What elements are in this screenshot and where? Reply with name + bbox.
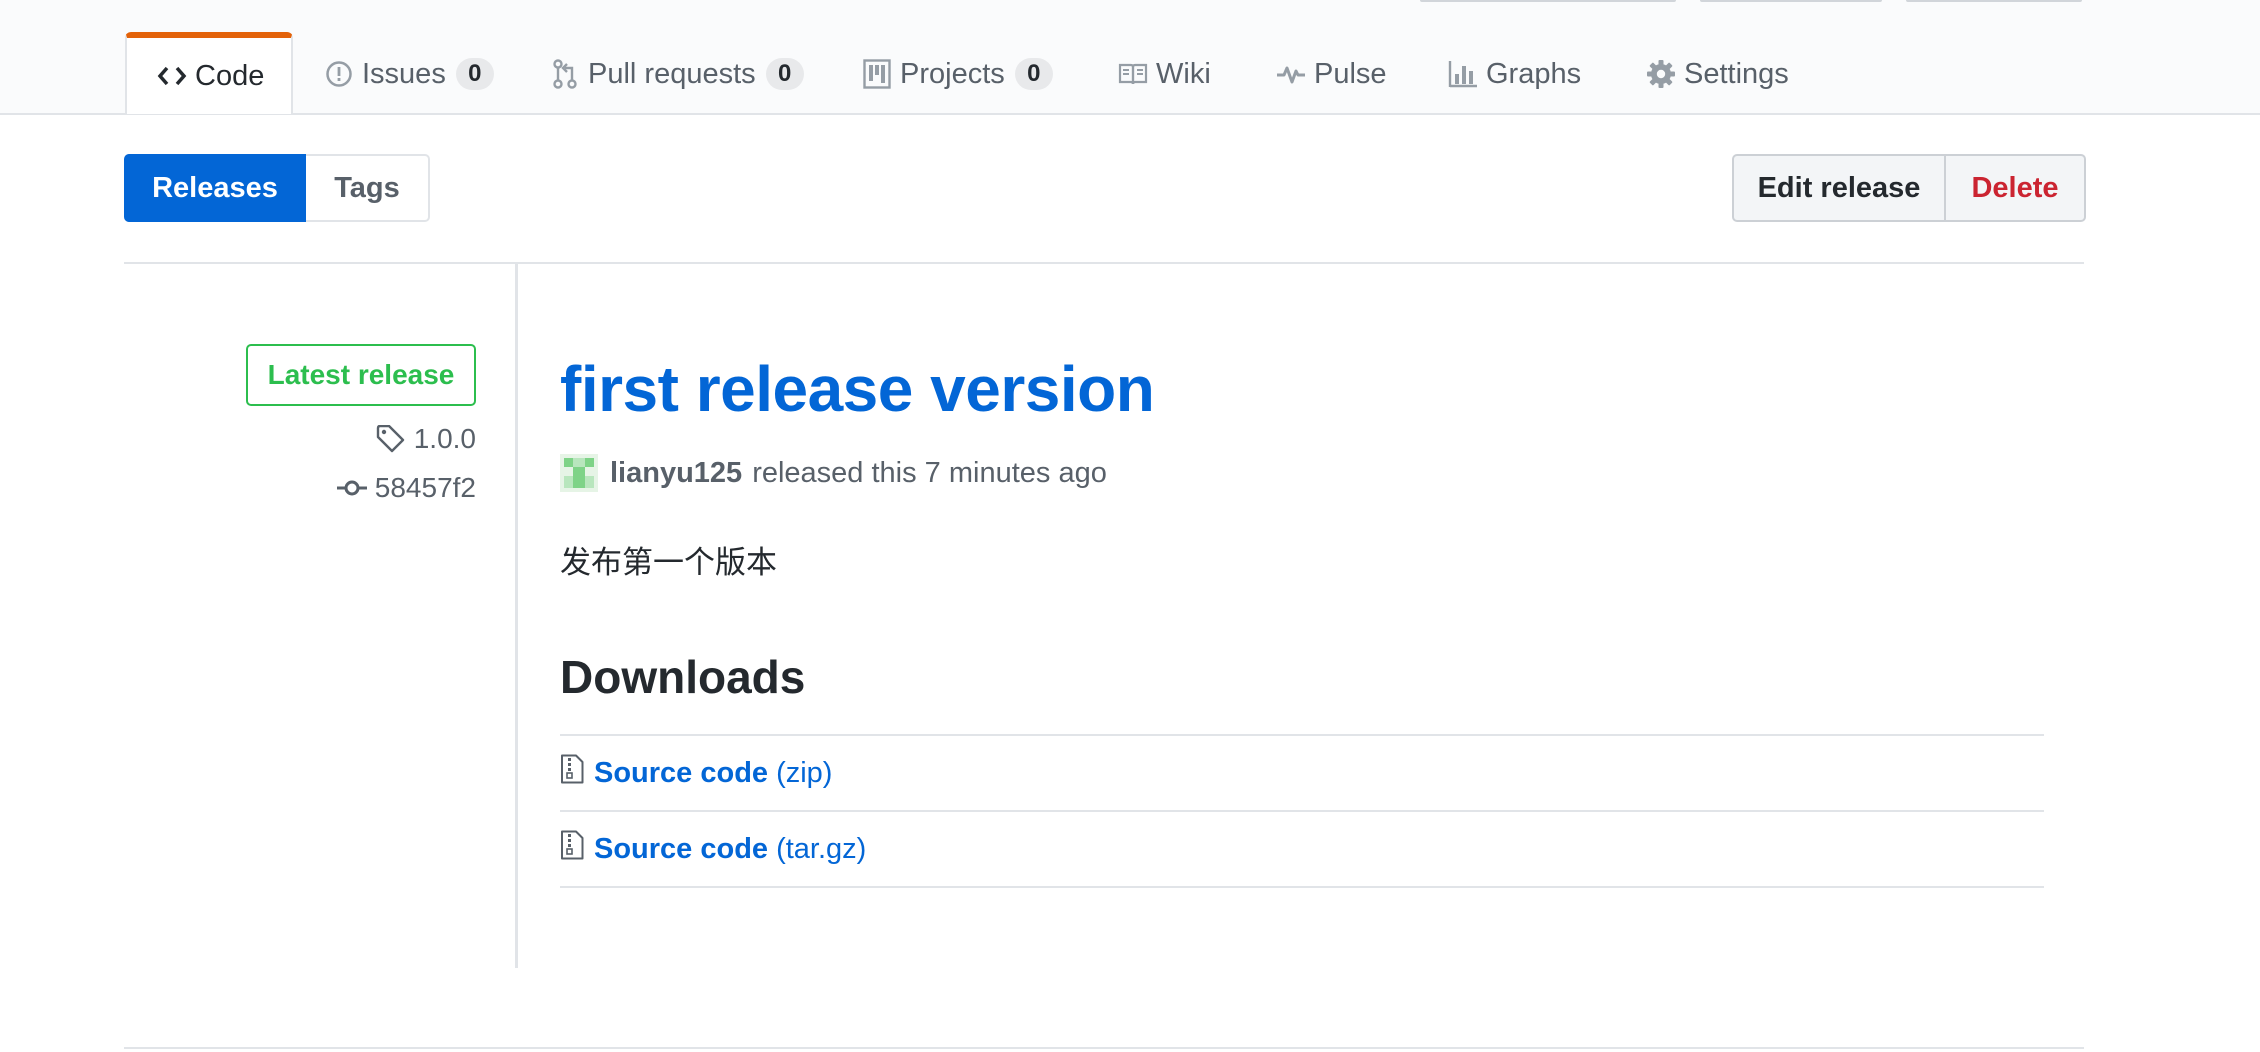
tab-label: Code bbox=[195, 59, 265, 92]
tags-button[interactable]: Tags bbox=[306, 154, 430, 222]
tab-settings[interactable]: Settings bbox=[1646, 34, 1789, 114]
delete-button[interactable]: Delete bbox=[1946, 154, 2086, 222]
git-pull-request-icon bbox=[550, 59, 580, 89]
tab-wiki[interactable]: Wiki bbox=[1118, 34, 1211, 114]
gear-icon bbox=[1646, 59, 1676, 89]
tab-label: Pulse bbox=[1314, 57, 1387, 90]
release-title[interactable]: first release version bbox=[560, 352, 1155, 426]
header-button-edge bbox=[1906, 0, 2082, 2]
graph-icon bbox=[1448, 59, 1478, 89]
pull-requests-counter: 0 bbox=[765, 58, 804, 90]
tab-graphs[interactable]: Graphs bbox=[1448, 34, 1581, 114]
tab-issues[interactable]: Issues 0 bbox=[324, 34, 494, 114]
tab-label: Issues bbox=[362, 57, 446, 90]
released-time: released this 7 minutes ago bbox=[752, 456, 1107, 489]
tab-code[interactable]: Code bbox=[125, 32, 293, 114]
code-icon bbox=[157, 61, 187, 91]
edit-release-button[interactable]: Edit release bbox=[1732, 154, 1946, 222]
projects-counter: 0 bbox=[1014, 58, 1053, 90]
tab-projects[interactable]: Projects 0 bbox=[862, 34, 1053, 114]
project-icon bbox=[862, 59, 892, 89]
tab-label: Settings bbox=[1684, 57, 1789, 90]
issues-counter: 0 bbox=[455, 58, 494, 90]
release-tag[interactable]: 1.0.0 bbox=[376, 423, 476, 455]
file-zip-icon bbox=[560, 830, 584, 860]
avatar[interactable] bbox=[560, 454, 598, 492]
releases-button[interactable]: Releases bbox=[124, 154, 306, 222]
repo-nav: Code Issues 0 Pull requests 0 Projects 0… bbox=[0, 0, 2260, 115]
tab-label: Graphs bbox=[1486, 57, 1582, 90]
divider bbox=[124, 262, 2084, 264]
tab-label: Wiki bbox=[1156, 57, 1211, 90]
issue-opened-icon bbox=[324, 59, 354, 89]
release-byline: lianyu125 released this 7 minutes ago bbox=[560, 454, 1107, 492]
tab-label: Projects bbox=[900, 57, 1005, 90]
header-button-edge bbox=[1420, 0, 1676, 2]
download-name: Source code bbox=[594, 832, 769, 865]
pulse-icon bbox=[1276, 59, 1306, 89]
header-button-edge bbox=[1700, 0, 1882, 2]
latest-release-badge: Latest release bbox=[246, 344, 476, 406]
footer-divider bbox=[124, 1047, 2084, 1049]
tag-icon bbox=[376, 425, 406, 453]
tab-pulse[interactable]: Pulse bbox=[1276, 34, 1387, 114]
tag-label: 1.0.0 bbox=[413, 423, 476, 454]
tab-label: Pull requests bbox=[588, 57, 756, 90]
download-name: Source code bbox=[594, 756, 769, 789]
download-item-zip[interactable]: Source code (zip) bbox=[560, 736, 2044, 810]
file-zip-icon bbox=[560, 754, 584, 784]
downloads-heading: Downloads bbox=[560, 651, 806, 703]
download-item-targz[interactable]: Source code (tar.gz) bbox=[560, 812, 2044, 886]
download-extension: (tar.gz) bbox=[776, 832, 867, 865]
releases-tags-switch: Releases Tags bbox=[124, 154, 430, 222]
git-commit-icon bbox=[336, 478, 367, 498]
tab-pull-requests[interactable]: Pull requests 0 bbox=[550, 34, 804, 114]
release-timeline-line bbox=[515, 264, 518, 968]
release-commit[interactable]: 58457f2 bbox=[336, 472, 476, 504]
release-description: 发布第一个版本 bbox=[560, 545, 777, 580]
download-extension: (zip) bbox=[776, 756, 833, 789]
downloads-divider bbox=[560, 886, 2044, 888]
release-actions: Edit release Delete bbox=[1732, 154, 2086, 222]
commit-label: 58457f2 bbox=[374, 472, 476, 503]
book-icon bbox=[1118, 59, 1148, 89]
author-link[interactable]: lianyu125 bbox=[610, 457, 742, 490]
